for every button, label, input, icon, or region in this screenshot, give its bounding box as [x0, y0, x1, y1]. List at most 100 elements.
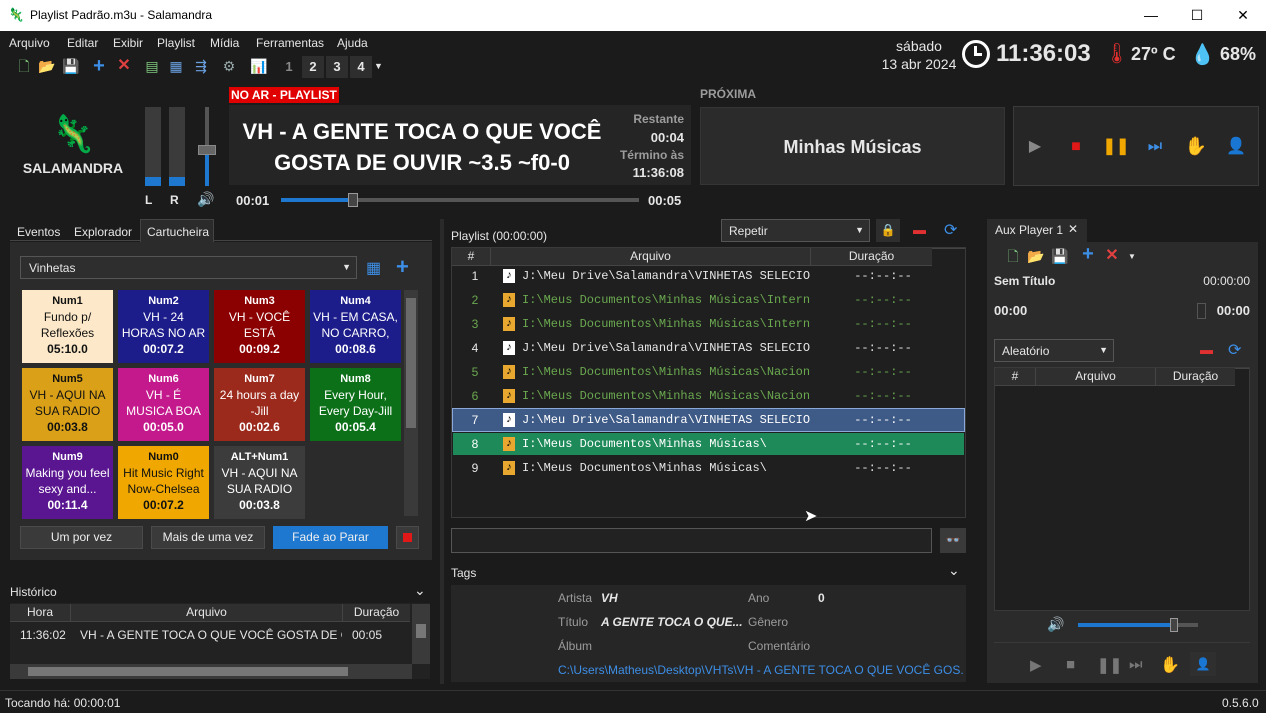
playlist-col-num[interactable]: # — [452, 248, 490, 266]
progress-handle[interactable] — [347, 193, 358, 207]
playlist-col-file[interactable]: Arquivo — [490, 248, 810, 266]
cart-button-num7[interactable]: Num7 24 hours a day -Jill 00:02.6 — [214, 368, 305, 441]
menu-ajuda[interactable]: Ajuda — [337, 36, 368, 50]
speaker-icon[interactable]: 🔊 — [197, 191, 214, 208]
binoculars-icon[interactable]: 👓 — [940, 528, 966, 553]
cart-button-num2[interactable]: Num2 VH - 24 HORAS NO AR ~3.6 ~... 00:07.2 — [118, 290, 209, 363]
cart-button-num4[interactable]: Num4 VH - EM CASA, NO CARRO, N... 00:08.6 — [310, 290, 401, 363]
history-vscroll[interactable] — [412, 604, 430, 664]
history-hscroll[interactable] — [10, 664, 412, 679]
playlist-row[interactable]: 8 ♪ I:\Meus Documentos\Minhas Músicas\ --:-… — [453, 433, 964, 455]
menu-midia[interactable]: Mídia — [210, 36, 239, 50]
playlist-row[interactable]: 3 ♪ I:\Meus Documentos\Minhas Músicas\Inte… — [453, 313, 964, 335]
add-icon[interactable]: + — [90, 56, 108, 76]
refresh-icon[interactable]: ⟳ — [944, 220, 957, 240]
aux-open-icon[interactable]: 📂 — [1027, 247, 1045, 265]
tag-file-path[interactable]: C:\Users\Matheus\Desktop\VHTs\VH - A GEN… — [558, 663, 963, 677]
menu-ferramentas[interactable]: Ferramentas — [256, 36, 324, 50]
grid-icon[interactable]: ▦ — [167, 57, 185, 75]
chevron-down-icon[interactable]: ⌄ — [414, 582, 426, 599]
history-col-time[interactable]: Hora — [10, 604, 70, 622]
chevron-down-icon[interactable]: ▼ — [374, 61, 383, 71]
multiple-button[interactable]: Mais de uma vez — [151, 526, 265, 549]
page-3-button[interactable]: 3 — [326, 56, 348, 78]
chart-icon[interactable]: 📊 — [250, 57, 268, 75]
aux-stop-icon[interactable]: ■ — [1066, 656, 1075, 673]
speaking-person-icon[interactable]: 👤 — [1216, 108, 1256, 185]
cart-stop-button[interactable] — [396, 526, 419, 549]
playlist-row[interactable]: 7 ♪ J:\Meu Drive\Salamandra\VINHETAS SELEC… — [452, 408, 965, 432]
settings-icon[interactable]: ⚙ — [220, 57, 238, 75]
aux-refresh-icon[interactable]: ⟳ — [1228, 340, 1241, 360]
aux-hand-icon[interactable]: ✋ — [1160, 655, 1180, 675]
stop-icon[interactable]: ■ — [1056, 108, 1096, 185]
tab-explorador[interactable]: Explorador — [74, 225, 132, 239]
aux-play-icon[interactable]: ▶ — [1030, 656, 1042, 674]
lock-icon[interactable]: 🔒 — [876, 219, 900, 242]
hand-icon[interactable]: ✋ — [1176, 108, 1216, 185]
aux-next-icon[interactable]: ⏭ — [1129, 656, 1143, 673]
aux-new-icon[interactable]: 🗋 — [1004, 247, 1022, 265]
menu-exibir[interactable]: Exibir — [113, 36, 143, 50]
history-col-duration[interactable]: Duração — [342, 604, 410, 622]
page-1-button[interactable]: 1 — [278, 56, 300, 78]
cart-button-num9[interactable]: Num9 Making you feel sexy and... 00:11.4 — [22, 446, 113, 519]
cart-scrollbar[interactable] — [404, 290, 418, 516]
playlist-row[interactable]: 1 ♪ J:\Meu Drive\Salamandra\VINHETAS SELEC… — [453, 265, 964, 287]
menu-arquivo[interactable]: Arquivo — [9, 36, 50, 50]
grid-view-icon[interactable]: ▦ — [366, 258, 381, 278]
next-track-icon[interactable]: ⏭ — [1135, 108, 1175, 185]
aux-speaker-icon[interactable]: 🔊 — [1047, 616, 1064, 633]
aux-col-num[interactable]: # — [995, 368, 1035, 386]
cart-button-alt-num1[interactable]: ALT+Num1 VH - AQUI NA SUA RADIO S... 00:03… — [214, 446, 305, 519]
aux-col-duration[interactable]: Duração — [1155, 368, 1235, 386]
aux-close-icon[interactable]: ✕ — [1068, 222, 1078, 236]
aux-pause-icon[interactable]: ❚❚ — [1097, 656, 1122, 674]
list-move-icon[interactable]: ⇶ — [192, 57, 210, 75]
cart-group-select[interactable]: Vinhetas ▼ — [20, 256, 357, 279]
minimize-button[interactable]: — — [1128, 0, 1174, 31]
add-cart-icon[interactable]: + — [396, 254, 409, 280]
tab-eventos[interactable]: Eventos — [17, 225, 60, 239]
menu-editar[interactable]: Editar — [67, 36, 98, 50]
tab-cartucheira[interactable]: Cartucheira — [147, 225, 209, 239]
page-4-button[interactable]: 4 — [350, 56, 372, 78]
progress-bar[interactable] — [281, 198, 639, 202]
add-list-icon[interactable]: ▤ — [143, 57, 161, 75]
cart-button-num8[interactable]: Num8 Every Hour, Every Day-Jill 00:05.4 — [310, 368, 401, 441]
cart-button-num0[interactable]: Num0 Hit Music Right Now-Chelsea 00:07.2 — [118, 446, 209, 519]
aux-volume-slider[interactable] — [1078, 623, 1198, 627]
maximize-button[interactable]: ☐ — [1174, 0, 1220, 31]
playlist-row[interactable]: 2 ♪ I:\Meus Documentos\Minhas Músicas\Inte… — [453, 289, 964, 311]
cart-button-num1[interactable]: Num1 Fundo p/ Reflexões 05:10.0 — [22, 290, 113, 363]
remove-icon[interactable]: ✕ — [115, 57, 133, 75]
pause-icon[interactable]: ❚❚ — [1096, 108, 1136, 185]
playlist-row[interactable]: 5 ♪ I:\Meus Documentos\Minhas Músicas\Naci… — [453, 361, 964, 383]
clear-list-icon[interactable]: ▬ — [913, 222, 926, 237]
playlist-row[interactable]: 6 ♪ I:\Meus Documentos\Minhas Músicas\Naci… — [453, 385, 964, 407]
cart-button-num3[interactable]: Num3 VH - VOCÊ ESTÁ OUVIND... 00:09.2 — [214, 290, 305, 363]
history-col-file[interactable]: Arquivo — [70, 604, 342, 622]
aux-volume-handle[interactable] — [1170, 618, 1178, 632]
aux-col-file[interactable]: Arquivo — [1035, 368, 1155, 386]
menu-playlist[interactable]: Playlist — [157, 36, 195, 50]
new-file-icon[interactable]: 🗋 — [15, 57, 33, 75]
chevron-down-icon[interactable]: ▼ — [1128, 252, 1136, 261]
play-icon[interactable]: ▶ — [1015, 108, 1055, 185]
fade-on-stop-button[interactable]: Fade ao Parar — [273, 526, 388, 549]
aux-save-icon[interactable]: 💾 — [1051, 247, 1069, 265]
page-2-button[interactable]: 2 — [302, 56, 324, 78]
one-at-a-time-button[interactable]: Um por vez — [20, 526, 143, 549]
playlist-search-input[interactable] — [451, 528, 932, 553]
playlist-col-duration[interactable]: Duração — [810, 248, 932, 266]
aux-clear-icon[interactable]: ▬ — [1200, 342, 1213, 357]
aux-speaking-icon[interactable]: 👤 — [1190, 652, 1216, 676]
playlist-row[interactable]: 9 ♪ I:\Meus Documentos\Minhas Músicas\ --:-… — [453, 457, 964, 479]
aux-remove-icon[interactable]: ✕ — [1103, 247, 1121, 265]
save-icon[interactable]: 💾 — [62, 57, 80, 75]
aux-mode-select[interactable]: Aleatório ▼ — [994, 339, 1114, 362]
cart-button-num6[interactable]: Num6 VH - É MUSICA BOA QUE VC... 00:05.0 — [118, 368, 209, 441]
cart-button-num5[interactable]: Num5 VH - AQUI NA SUA RADIO S... 00:03.8 — [22, 368, 113, 441]
open-folder-icon[interactable]: 📂 — [38, 57, 56, 75]
aux-add-icon[interactable]: + — [1079, 244, 1097, 264]
